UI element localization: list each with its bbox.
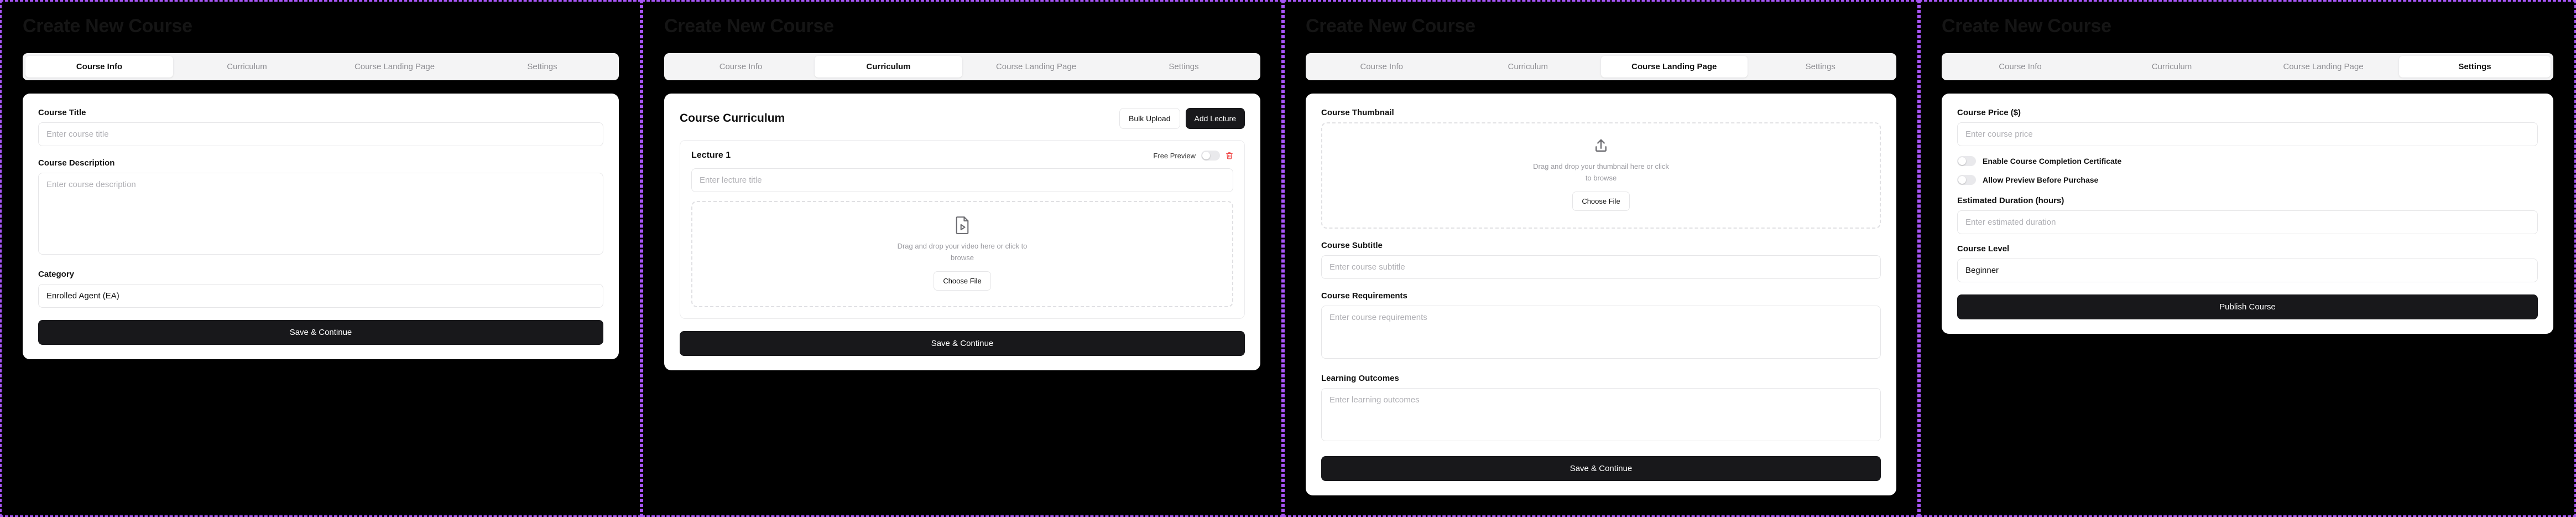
- curriculum-header: Course Curriculum Bulk Upload Add Lectur…: [680, 108, 1245, 130]
- toggle-knob: [1958, 176, 1966, 184]
- learning-outcomes-label: Learning Outcomes: [1321, 373, 1399, 383]
- page-title: Create New Course: [1306, 15, 1475, 37]
- tab-course-info[interactable]: Course Info: [25, 56, 173, 78]
- curriculum-title: Course Curriculum: [680, 112, 785, 125]
- category-select[interactable]: Enrolled Agent (EA): [38, 284, 603, 308]
- estimated-duration-input[interactable]: [1957, 210, 2538, 235]
- video-dropzone-text: Drag and drop your video here or click t…: [897, 242, 1028, 262]
- course-price-input[interactable]: [1957, 122, 2538, 147]
- course-level-select[interactable]: Beginner: [1957, 258, 2538, 283]
- course-thumbnail-label: Course Thumbnail: [1321, 108, 1394, 118]
- panel-settings: Create New Course Course Info Curriculum…: [1919, 0, 2576, 517]
- tab-settings[interactable]: Settings: [2399, 56, 2551, 78]
- thumbnail-field: Course Thumbnail Drag and drop your thum…: [1321, 108, 1881, 229]
- tab-bar: Course Info Curriculum Course Landing Pa…: [664, 53, 1260, 81]
- lecture-name: Lecture 1: [691, 151, 731, 161]
- upload-icon-wrap: [1328, 138, 1874, 154]
- tab-curriculum[interactable]: Curriculum: [1455, 56, 1602, 77]
- bulk-upload-button[interactable]: Bulk Upload: [1119, 108, 1180, 130]
- tab-course-info[interactable]: Course Info: [667, 56, 815, 77]
- course-requirements-label: Course Requirements: [1321, 291, 1407, 301]
- curriculum-card: Course Curriculum Bulk Upload Add Lectur…: [664, 94, 1260, 370]
- tab-settings[interactable]: Settings: [468, 56, 616, 77]
- screenshot-stage: Create New Course Course Info Curriculum…: [0, 0, 2576, 517]
- category-label: Category: [38, 270, 75, 280]
- tab-settings[interactable]: Settings: [1748, 56, 1894, 77]
- preview-toggle-row: Allow Preview Before Purchase: [1957, 175, 2538, 185]
- panel-course-landing-page: Create New Course Course Info Curriculum…: [1283, 0, 1919, 517]
- requirements-field: Course Requirements: [1321, 291, 1881, 361]
- enable-certificate-toggle[interactable]: [1957, 156, 1976, 167]
- toggle-knob: [1958, 157, 1966, 166]
- subtitle-field: Course Subtitle: [1321, 241, 1881, 279]
- tab-bar: Course Info Curriculum Course Landing Pa…: [1306, 53, 1896, 81]
- add-lecture-button[interactable]: Add Lecture: [1185, 108, 1245, 130]
- course-description-label: Course Description: [38, 158, 115, 168]
- panel-course-info: Create New Course Course Info Curriculum…: [0, 0, 642, 517]
- save-and-continue-button[interactable]: Save & Continue: [1321, 456, 1881, 481]
- outcomes-field: Learning Outcomes: [1321, 374, 1881, 444]
- course-subtitle-input[interactable]: [1321, 255, 1881, 279]
- course-landing-card: Course Thumbnail Drag and drop your thum…: [1306, 94, 1896, 495]
- tab-curriculum[interactable]: Curriculum: [173, 56, 321, 77]
- choose-file-button[interactable]: Choose File: [1572, 191, 1630, 211]
- page-title: Create New Course: [664, 15, 834, 37]
- course-title-input[interactable]: [38, 122, 603, 147]
- save-and-continue-button[interactable]: Save & Continue: [38, 320, 603, 345]
- course-info-card: Course Title Course Description Category…: [23, 94, 619, 360]
- course-requirements-textarea[interactable]: [1321, 305, 1881, 359]
- course-subtitle-label: Course Subtitle: [1321, 240, 1383, 250]
- video-file-icon-wrap: [698, 216, 1227, 235]
- choose-file-button[interactable]: Choose File: [934, 271, 991, 291]
- category-field: Category Enrolled Agent (EA): [38, 270, 603, 308]
- publish-course-button[interactable]: Publish Course: [1957, 294, 2538, 320]
- learning-outcomes-textarea[interactable]: [1321, 387, 1881, 441]
- estimated-duration-label: Estimated Duration (hours): [1957, 196, 2064, 206]
- level-field: Course Level Beginner: [1957, 244, 2538, 283]
- course-level-label: Course Level: [1957, 244, 2010, 254]
- tab-course-landing-page[interactable]: Course Landing Page: [1601, 56, 1748, 78]
- upload-icon: [1595, 139, 1607, 152]
- page-title: Create New Course: [1942, 15, 2111, 37]
- curriculum-actions: Bulk Upload Add Lecture: [1119, 108, 1245, 130]
- certificate-toggle-row: Enable Course Completion Certificate: [1957, 156, 2538, 167]
- free-preview-label: Free Preview: [1153, 151, 1196, 160]
- lecture-item: Lecture 1 Free Preview Enter lecture tit…: [680, 140, 1245, 319]
- tab-course-landing-page[interactable]: Course Landing Page: [2248, 56, 2399, 77]
- tab-settings[interactable]: Settings: [1110, 56, 1258, 77]
- video-dropzone[interactable]: Drag and drop your video here or click t…: [691, 201, 1233, 307]
- course-description-textarea[interactable]: [38, 173, 603, 255]
- duration-field: Estimated Duration (hours): [1957, 196, 2538, 235]
- tab-course-info[interactable]: Course Info: [1944, 56, 2096, 77]
- thumbnail-dropzone-text: Drag and drop your thumbnail here or cli…: [1533, 162, 1669, 182]
- free-preview-toggle[interactable]: [1201, 151, 1220, 161]
- course-description-field: Course Description: [38, 158, 603, 257]
- lecture-header: Lecture 1 Free Preview: [691, 151, 1233, 161]
- tab-curriculum[interactable]: Curriculum: [815, 56, 962, 78]
- tab-course-info[interactable]: Course Info: [1308, 56, 1455, 77]
- settings-card: Course Price ($) Enable Course Completio…: [1942, 94, 2553, 334]
- page-title: Create New Course: [23, 15, 192, 37]
- course-title-label: Course Title: [38, 108, 86, 118]
- lecture-title-input[interactable]: [691, 168, 1233, 193]
- allow-preview-toggle[interactable]: [1957, 175, 1976, 185]
- video-file-icon: [956, 216, 969, 235]
- course-price-label: Course Price ($): [1957, 108, 2021, 118]
- lecture-controls: Free Preview: [1153, 151, 1233, 161]
- tab-curriculum[interactable]: Curriculum: [2096, 56, 2248, 77]
- toggle-knob: [1202, 152, 1210, 160]
- tab-course-landing-page[interactable]: Course Landing Page: [321, 56, 468, 77]
- trash-icon[interactable]: [1226, 151, 1233, 160]
- tab-bar: Course Info Curriculum Course Landing Pa…: [1942, 53, 2553, 81]
- allow-preview-label: Allow Preview Before Purchase: [1983, 175, 2099, 185]
- thumbnail-dropzone[interactable]: Drag and drop your thumbnail here or cli…: [1321, 122, 1881, 229]
- enable-certificate-label: Enable Course Completion Certificate: [1983, 157, 2122, 166]
- tab-bar: Course Info Curriculum Course Landing Pa…: [23, 53, 619, 81]
- price-field: Course Price ($): [1957, 108, 2538, 147]
- tab-course-landing-page[interactable]: Course Landing Page: [962, 56, 1110, 77]
- panel-curriculum: Create New Course Course Info Curriculum…: [642, 0, 1283, 517]
- course-title-field: Course Title: [38, 108, 603, 147]
- save-and-continue-button[interactable]: Save & Continue: [680, 330, 1245, 356]
